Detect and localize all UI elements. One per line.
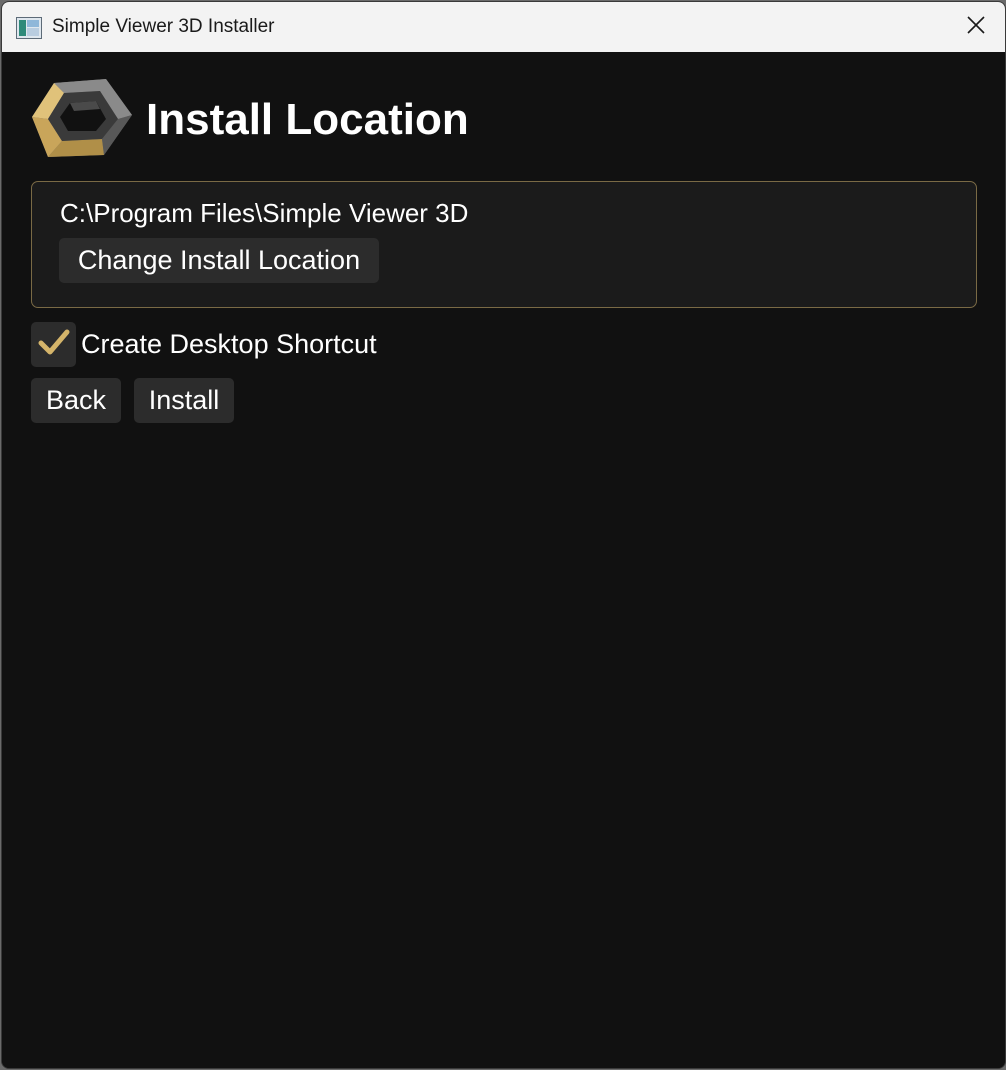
install-location-panel: C:\Program Files\Simple Viewer 3D Change…	[31, 181, 977, 308]
title-bar[interactable]: Simple Viewer 3D Installer	[2, 2, 1005, 52]
install-path-text: C:\Program Files\Simple Viewer 3D	[60, 198, 469, 228]
hexagon-ring-logo	[30, 77, 134, 161]
page-title: Install Location	[146, 95, 469, 144]
install-button[interactable]: Install	[134, 378, 234, 423]
installer-content: Install Location C:\Program Files\Simple…	[2, 52, 1005, 1068]
desktop-shortcut-label[interactable]: Create Desktop Shortcut	[81, 329, 377, 360]
installer-window: Simple Viewer 3D Installer Install Locat…	[1, 1, 1006, 1069]
back-button[interactable]: Back	[31, 378, 121, 423]
app-window-icon	[16, 17, 42, 39]
desktop-shortcut-checkbox[interactable]	[31, 321, 76, 367]
close-button[interactable]	[947, 2, 1005, 52]
checkmark-icon	[37, 327, 71, 362]
close-icon	[967, 15, 985, 39]
desktop-shortcut-option[interactable]: Create Desktop Shortcut	[31, 321, 377, 367]
window-title: Simple Viewer 3D Installer	[52, 16, 275, 37]
change-install-location-button[interactable]: Change Install Location	[59, 238, 379, 283]
